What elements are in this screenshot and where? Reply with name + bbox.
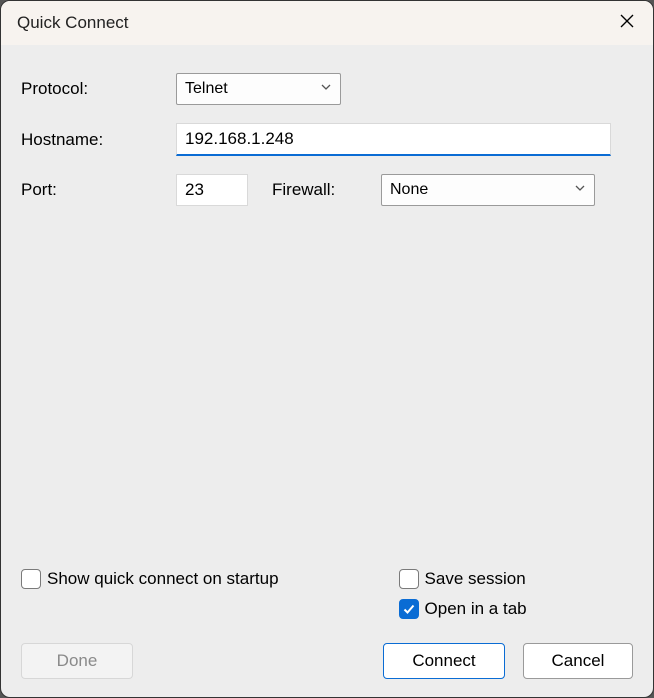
checkbox-icon xyxy=(21,569,41,589)
cancel-button[interactable]: Cancel xyxy=(523,643,633,679)
dialog-body: Protocol: Telnet Hostname: Port: Firewal… xyxy=(1,45,653,244)
close-button[interactable] xyxy=(617,13,637,33)
hostname-input[interactable] xyxy=(176,123,611,156)
show-on-startup-checkbox[interactable]: Show quick connect on startup xyxy=(21,569,279,589)
firewall-value: None xyxy=(382,175,594,205)
protocol-select[interactable]: Telnet xyxy=(176,73,341,105)
protocol-label: Protocol: xyxy=(21,79,176,99)
quick-connect-dialog: Quick Connect Protocol: Telnet Hostname: xyxy=(0,0,654,698)
save-session-checkbox[interactable]: Save session xyxy=(399,569,527,589)
protocol-row: Protocol: Telnet xyxy=(21,73,633,105)
checkbox-icon xyxy=(399,569,419,589)
button-row: Done Connect Cancel xyxy=(21,643,633,679)
protocol-value: Telnet xyxy=(177,74,340,104)
open-in-tab-label: Open in a tab xyxy=(425,599,527,619)
bottom-area: Show quick connect on startup Save sessi… xyxy=(21,569,633,679)
done-button: Done xyxy=(21,643,133,679)
window-title: Quick Connect xyxy=(17,13,129,33)
port-input[interactable] xyxy=(176,174,248,206)
open-in-tab-checkbox[interactable]: Open in a tab xyxy=(399,599,527,619)
firewall-select[interactable]: None xyxy=(381,174,595,206)
hostname-row: Hostname: xyxy=(21,123,633,156)
titlebar: Quick Connect xyxy=(1,1,653,45)
close-icon xyxy=(620,14,634,33)
port-label: Port: xyxy=(21,180,176,200)
checkbox-group: Show quick connect on startup Save sessi… xyxy=(21,569,633,619)
checkbox-checked-icon xyxy=(399,599,419,619)
hostname-label: Hostname: xyxy=(21,130,176,150)
firewall-label: Firewall: xyxy=(272,180,357,200)
port-firewall-row: Port: Firewall: None xyxy=(21,174,633,206)
save-session-label: Save session xyxy=(425,569,526,589)
connect-button[interactable]: Connect xyxy=(383,643,505,679)
show-on-startup-label: Show quick connect on startup xyxy=(47,569,279,589)
